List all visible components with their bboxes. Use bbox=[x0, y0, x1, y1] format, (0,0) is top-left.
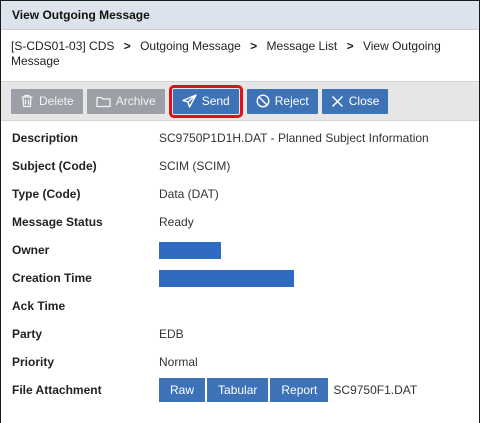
folder-icon bbox=[96, 95, 111, 108]
priority-value: Normal bbox=[159, 355, 198, 369]
owner-redaction bbox=[159, 241, 221, 259]
detail-row-creation-time: Creation Time bbox=[1, 264, 479, 292]
message-status-label: Message Status bbox=[12, 215, 103, 229]
type-label: Type (Code) bbox=[12, 187, 81, 201]
send-button-highlight: Send bbox=[168, 84, 243, 118]
priority-label: Priority bbox=[12, 355, 55, 369]
breadcrumb-prefix: [S-CDS01-03] bbox=[11, 39, 86, 53]
detail-row-subject: Subject (Code) SCIM (SCIM) bbox=[1, 152, 479, 180]
report-button[interactable]: Report bbox=[270, 378, 329, 402]
attachment-filename: SC9750F1.DAT bbox=[333, 383, 418, 397]
trash-icon bbox=[20, 94, 34, 108]
message-details: Description SC9750P1D1H.DAT - Planned Su… bbox=[1, 121, 479, 404]
archive-button[interactable]: Archive bbox=[86, 88, 165, 114]
type-value: Data (DAT) bbox=[159, 187, 219, 201]
subject-value: SCIM (SCIM) bbox=[159, 159, 231, 173]
reject-button[interactable]: Reject bbox=[246, 88, 318, 114]
paper-plane-icon bbox=[182, 94, 197, 108]
subject-label: Subject (Code) bbox=[12, 159, 97, 173]
action-toolbar: Delete Archive Send Reject Close bbox=[1, 81, 479, 121]
detail-row-type: Type (Code) Data (DAT) bbox=[1, 180, 479, 208]
detail-row-priority: Priority Normal bbox=[1, 348, 479, 376]
tabular-button[interactable]: Tabular bbox=[207, 378, 269, 402]
outgoing-message-panel: View Outgoing Message [S-CDS01-03] CDS >… bbox=[0, 0, 480, 423]
chevron-right-icon: > bbox=[250, 39, 258, 53]
detail-row-party: Party EDB bbox=[1, 320, 479, 348]
ack-time-label: Ack Time bbox=[12, 299, 66, 313]
archive-button-label: Archive bbox=[115, 94, 156, 108]
owner-value bbox=[159, 241, 221, 259]
delete-button-label: Delete bbox=[39, 94, 74, 108]
creation-time-label: Creation Time bbox=[12, 271, 92, 285]
detail-row-file-attachment: File Attachment Raw Tabular Report SC975… bbox=[1, 376, 479, 404]
party-value: EDB bbox=[159, 327, 184, 341]
close-icon bbox=[331, 95, 344, 108]
detail-row-status: Message Status Ready bbox=[1, 208, 479, 236]
detail-row-owner: Owner bbox=[1, 236, 479, 264]
file-attachment-label: File Attachment bbox=[12, 383, 102, 397]
breadcrumb-item-outgoing-message[interactable]: Outgoing Message bbox=[140, 39, 241, 53]
chevron-right-icon: > bbox=[123, 39, 131, 53]
breadcrumb-item-message-list[interactable]: Message List bbox=[267, 39, 338, 53]
chevron-right-icon: > bbox=[346, 39, 354, 53]
raw-button[interactable]: Raw bbox=[159, 378, 206, 402]
detail-row-ack-time: Ack Time bbox=[1, 292, 479, 320]
send-button[interactable]: Send bbox=[172, 88, 239, 114]
owner-label: Owner bbox=[12, 243, 50, 257]
file-attachment-value: Raw Tabular Report SC9750F1.DAT bbox=[159, 378, 417, 402]
message-status-value: Ready bbox=[159, 215, 194, 229]
breadcrumb: [S-CDS01-03] CDS > Outgoing Message > Me… bbox=[1, 30, 479, 73]
close-button[interactable]: Close bbox=[321, 88, 389, 114]
send-button-label: Send bbox=[201, 94, 230, 108]
close-button-label: Close bbox=[348, 94, 380, 108]
creation-time-redaction bbox=[159, 269, 294, 287]
breadcrumb-item-cds[interactable]: CDS bbox=[89, 39, 114, 53]
panel-title: View Outgoing Message bbox=[1, 1, 479, 30]
ban-icon bbox=[256, 94, 270, 108]
description-value: SC9750P1D1H.DAT - Planned Subject Inform… bbox=[159, 131, 429, 145]
reject-button-label: Reject bbox=[274, 94, 309, 108]
party-label: Party bbox=[12, 327, 43, 341]
description-label: Description bbox=[12, 131, 79, 145]
creation-time-value bbox=[159, 269, 294, 287]
delete-button[interactable]: Delete bbox=[11, 88, 83, 114]
detail-row-description: Description SC9750P1D1H.DAT - Planned Su… bbox=[1, 124, 479, 152]
